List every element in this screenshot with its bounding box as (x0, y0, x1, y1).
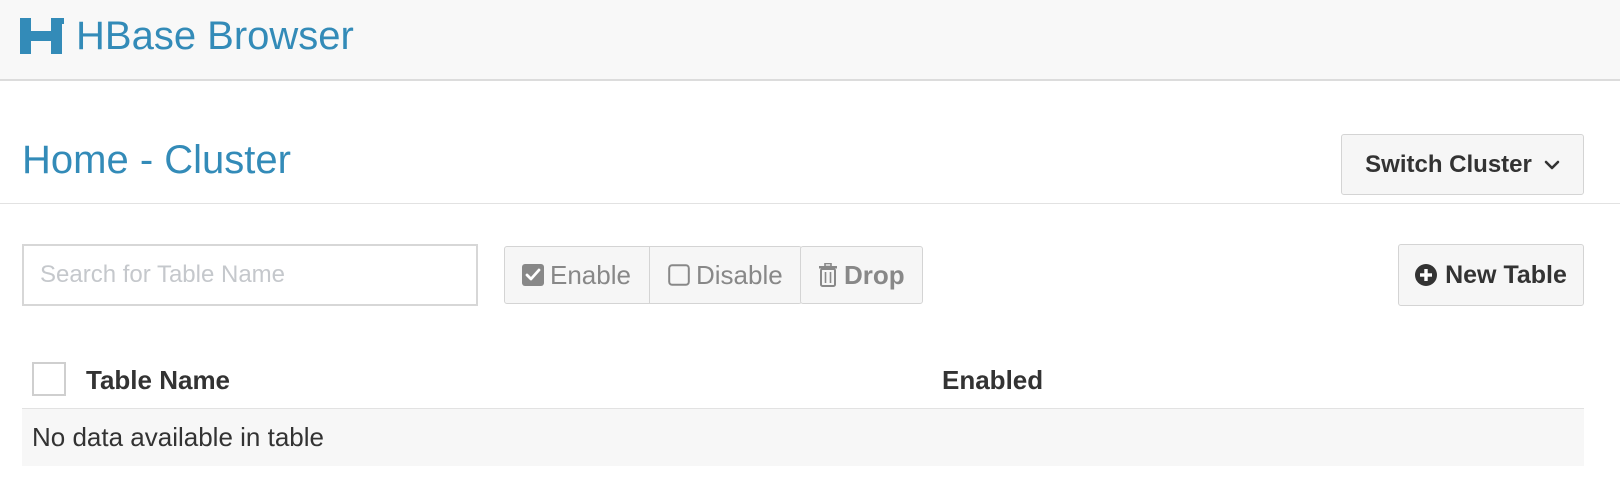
plus-circle-icon (1415, 264, 1438, 286)
page-title: Home - Cluster (22, 138, 291, 182)
empty-square-icon (668, 264, 690, 286)
app-title[interactable]: HBase Browser (76, 12, 354, 60)
switch-cluster-label: Switch Cluster (1365, 150, 1532, 178)
drop-button[interactable]: Drop (800, 246, 923, 304)
column-header-enabled[interactable]: Enabled (942, 364, 1043, 396)
column-header-table-name[interactable]: Table Name (86, 364, 230, 396)
search-input[interactable] (22, 244, 478, 306)
chevron-down-icon (1544, 160, 1560, 169)
page-header: Home - Cluster Switch Cluster (0, 81, 1620, 204)
hbase-logo-icon (20, 18, 64, 54)
enable-disable-button-group: Enable Disable (504, 246, 802, 304)
empty-table-message: No data available in table (32, 422, 324, 452)
trash-icon (819, 263, 837, 287)
checked-square-icon (522, 264, 544, 286)
switch-cluster-button[interactable]: Switch Cluster (1341, 134, 1584, 195)
enable-label: Enable (550, 259, 631, 290)
top-navbar: HBase Browser (0, 0, 1620, 81)
table-header-row: Table Name Enabled (22, 352, 1584, 409)
hbase-logo[interactable] (20, 18, 64, 54)
new-table-button[interactable]: New Table (1398, 244, 1584, 306)
drop-label: Drop (844, 259, 905, 290)
disable-button[interactable]: Disable (649, 246, 802, 304)
enable-button[interactable]: Enable (504, 246, 650, 304)
table-empty-row: No data available in table (22, 409, 1584, 466)
disable-label: Disable (695, 259, 783, 290)
new-table-label: New Table (1445, 260, 1567, 289)
select-all-checkbox[interactable] (32, 362, 66, 396)
